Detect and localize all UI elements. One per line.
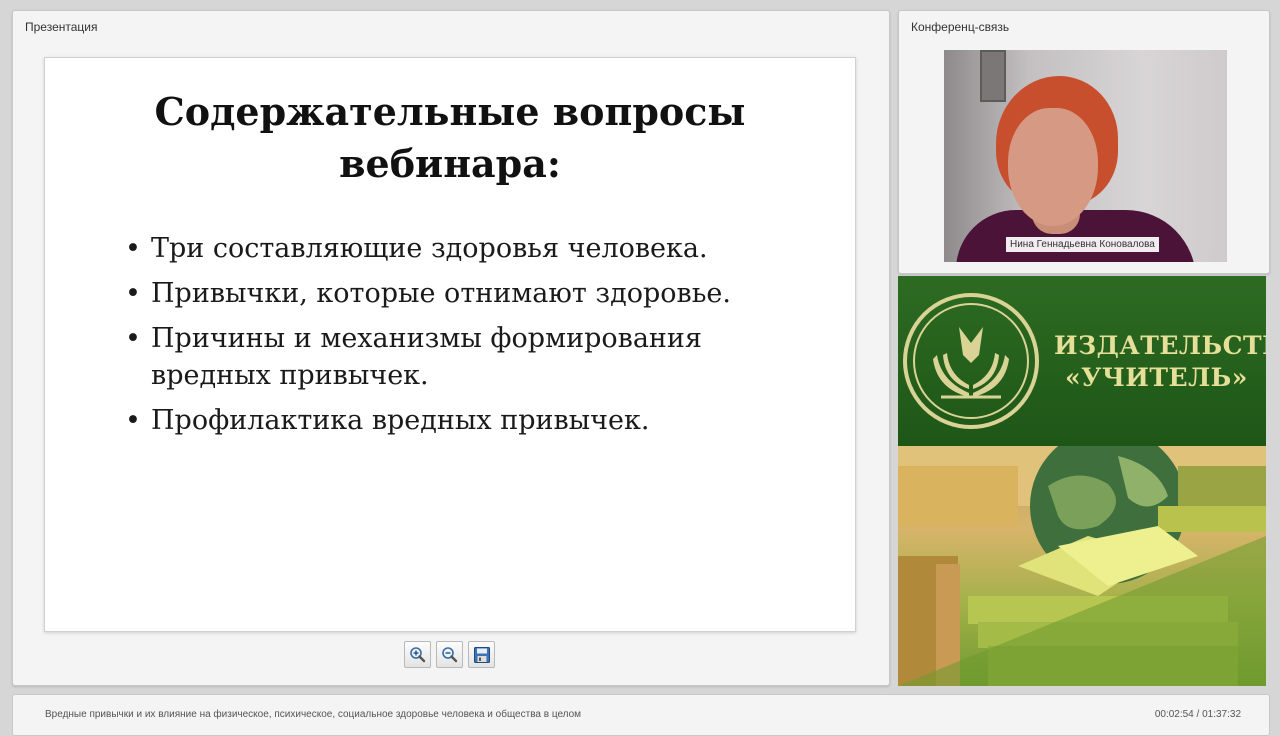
slide-bullet-text: Три составляющие здоровья человека. (151, 233, 708, 264)
wall-picture (980, 50, 1006, 102)
conference-panel: Конференц-связь Нина Геннадьевна Коновал… (898, 10, 1270, 274)
speaker-face (1008, 108, 1098, 226)
webinar-title: Вредные привычки и их влияние на физичес… (45, 709, 582, 720)
slide-bullet-item: • Профилактика вредных привычек. (125, 402, 805, 439)
publisher-name-line: «УЧИТЕЛЬ» (1065, 363, 1248, 392)
slide-bullet-item: • Причины и механизмы формирования вредн… (125, 320, 805, 394)
slide-bullet-item: • Привычки, которые отнимают здоровье. (125, 275, 805, 312)
books-and-globe-image (898, 446, 1266, 686)
zoom-out-icon (442, 647, 458, 663)
slide-bullet-list: • Три составляющие здоровья человека. • … (125, 230, 805, 447)
slide-bullet-text: Причины и механизмы формирования вредных… (151, 323, 702, 391)
publisher-name: ИЗДАТЕЛЬСТВО «УЧИТЕЛЬ» (1054, 330, 1266, 394)
slide-title: Содержательные вопросы вебинара: (45, 86, 855, 190)
slide-bullet-text: Привычки, которые отнимают здоровье. (151, 278, 731, 309)
speaker-name-label: Нина Геннадьевна Коновалова (1006, 237, 1159, 252)
footer-bar: Вредные привычки и их влияние на физичес… (12, 694, 1270, 736)
zoom-in-button[interactable] (404, 641, 431, 668)
slide-bullet-item: • Три составляющие здоровья человека. (125, 230, 805, 267)
book-logo-icon (933, 327, 1009, 399)
bullet-icon: • (125, 323, 141, 354)
publisher-logo (903, 293, 1039, 429)
slide-bullet-text: Профилактика вредных привычек. (151, 405, 650, 436)
presentation-panel-title: Презентация (25, 20, 98, 34)
banner-photo (898, 446, 1266, 686)
banner-header: ИЗДАТЕЛЬСТВО «УЧИТЕЛЬ» (898, 276, 1266, 446)
zoom-in-icon (410, 647, 426, 663)
slide-title-line: вебинара: (339, 141, 561, 186)
slide: Содержательные вопросы вебинара: • Три с… (44, 57, 856, 632)
bullet-icon: • (125, 405, 141, 436)
speaker-video[interactable]: Нина Геннадьевна Коновалова (944, 50, 1227, 262)
publisher-banner: ИЗДАТЕЛЬСТВО «УЧИТЕЛЬ» (898, 276, 1266, 686)
bullet-icon: • (125, 233, 141, 264)
bullet-icon: • (125, 278, 141, 309)
playback-time: 00:02:54 / 01:37:32 (1154, 709, 1241, 720)
slide-toolbar (404, 641, 495, 668)
save-icon (473, 646, 490, 663)
publisher-name-line: ИЗДАТЕЛЬСТВО (1054, 331, 1266, 360)
presentation-panel: Презентация Содержательные вопросы вебин… (12, 10, 890, 686)
slide-title-line: Содержательные вопросы (154, 89, 746, 134)
zoom-out-button[interactable] (436, 641, 463, 668)
save-button[interactable] (468, 641, 495, 668)
conference-panel-title: Конференц-связь (911, 20, 1010, 34)
